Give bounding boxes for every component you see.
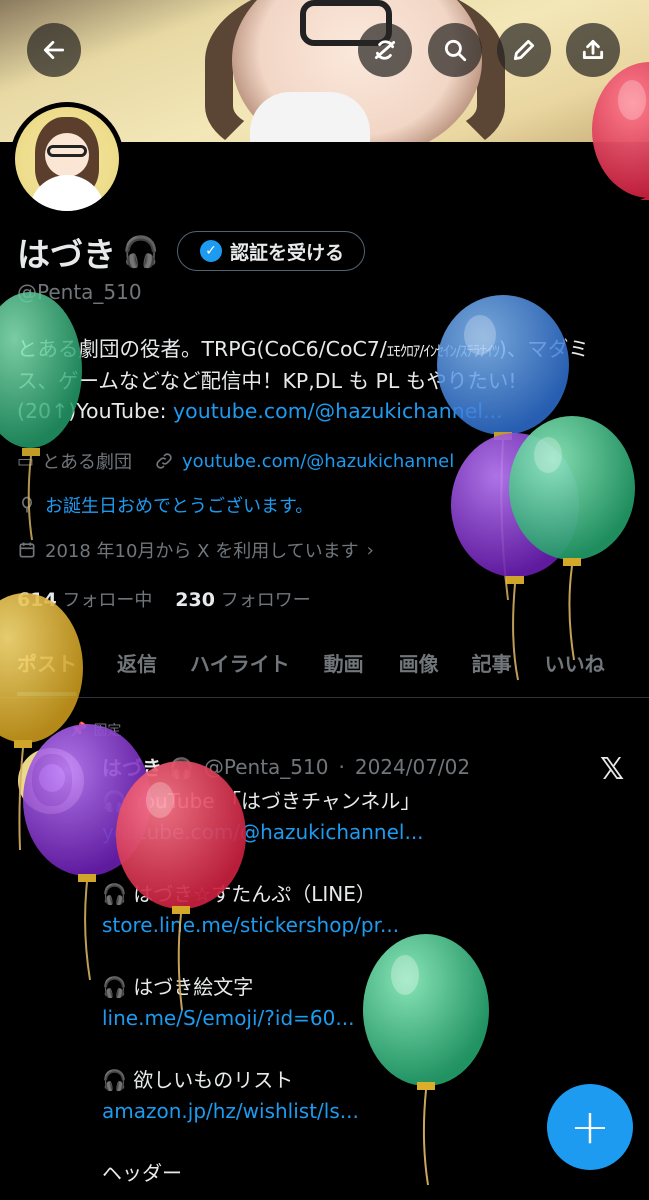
bio-link[interactable]: youtube.com/@hazukichannel... (173, 399, 503, 423)
post-link[interactable]: line.me/S/emoji/?id=60... (102, 1003, 622, 1034)
pin-icon: 📌 (70, 722, 88, 738)
profile-name: はづき 🎧 (17, 228, 159, 276)
post-line: ヘッダー (102, 1161, 182, 1185)
share-icon (582, 39, 604, 59)
headphones-icon: 🎧 (162, 756, 194, 780)
tab-videos[interactable]: 動画 (324, 630, 364, 697)
profile-bio: とある劇団の役者。TRPG(CoC6/CoC7/ｴﾓｸﾛｱ/ｲﾝｾｲﾝ/ｽﾃﾗﾅ… (17, 337, 589, 423)
birthday-text: お誕生日おめでとうございます。 (45, 496, 314, 517)
post-date: 2024/07/02 (354, 754, 471, 779)
display-name: はづき (17, 235, 116, 274)
post-line: 🎧 はづき☆すたんぷ（LINE） (102, 882, 376, 906)
post-line: 🎧 欲しいものリスト (102, 1068, 294, 1092)
share-button[interactable] (566, 23, 620, 77)
compose-post-button[interactable]: + (547, 1084, 633, 1170)
briefcase-icon: ▭ (17, 450, 35, 472)
post-link[interactable]: amazon.jp/hz/wishlist/ls... (102, 1096, 622, 1127)
profile-avatar[interactable] (10, 102, 124, 216)
headphones-icon: 🎧 (122, 234, 160, 270)
post-line: 🎧 はづき絵文字 (102, 975, 254, 999)
pencil-icon (513, 39, 535, 61)
post-header: はづき 🎧 @Penta_510 · 2024/07/02 (102, 752, 470, 781)
tab-articles[interactable]: 記事 (472, 630, 512, 697)
birthday-row: お誕生日おめでとうございます。 (17, 492, 313, 518)
post-body: 🎧 YouTube 「はづきチャンネル」 youtube.com/@hazuki… (102, 786, 622, 1189)
verified-badge-icon: ✓ (200, 240, 222, 262)
tab-highlights[interactable]: ハイライト (190, 630, 290, 697)
calendar-icon (19, 542, 35, 558)
post-avatar[interactable] (18, 748, 84, 814)
tab-images[interactable]: 画像 (399, 630, 439, 697)
followers-link[interactable]: 230 フォロワー (175, 589, 310, 611)
post-line: 🎧 YouTube 「はづきチャンネル」 (102, 789, 421, 813)
joined-text: 2018 年10月から X を利用しています (45, 541, 359, 562)
profile-tabs: ポスト 返信 ハイライト 動画 画像 記事 いいね (0, 630, 649, 698)
refresh-button[interactable] (358, 23, 412, 77)
get-verified-label: 認証を受ける (230, 241, 345, 264)
get-verified-button[interactable]: ✓ 認証を受ける (177, 231, 366, 271)
post-author-name: はづき 🎧 (102, 756, 194, 780)
post-author-handle: @Penta_510 (203, 754, 329, 779)
arrow-left-icon (43, 41, 65, 59)
post-link[interactable]: store.line.me/stickershop/pr... (102, 910, 622, 941)
refresh-icon (374, 40, 396, 60)
post-link[interactable]: youtube.com/@hazukichannel... (102, 817, 622, 848)
search-button[interactable] (428, 23, 482, 77)
link-icon (156, 453, 172, 469)
profile-meta-row: ▭ とある劇団 youtube.com/@hazukichannel (17, 448, 454, 474)
back-button[interactable] (27, 23, 81, 77)
edit-button[interactable] (497, 23, 551, 77)
x-logo-icon: 𝕏 (600, 752, 625, 787)
balloon-green-2 (509, 416, 635, 661)
search-icon (444, 39, 467, 62)
profile-handle: @Penta_510 (17, 280, 142, 304)
pinned-label: 📌 固定 (70, 722, 122, 739)
following-link[interactable]: 614 フォロー中 (17, 589, 152, 611)
banner-art-hood (250, 92, 370, 142)
website-link[interactable]: youtube.com/@hazukichannel (182, 451, 454, 472)
chevron-right-icon: › (366, 539, 374, 561)
follow-stats: 614 フォロー中 230 フォロワー (17, 586, 311, 612)
joined-row[interactable]: 2018 年10月から X を利用しています › (17, 537, 374, 563)
tab-likes[interactable]: いいね (545, 630, 605, 697)
balloon-icon (22, 496, 32, 513)
affiliation-text: とある劇団 (42, 452, 133, 473)
tab-posts[interactable]: ポスト (17, 630, 77, 697)
tab-replies[interactable]: 返信 (117, 630, 157, 697)
